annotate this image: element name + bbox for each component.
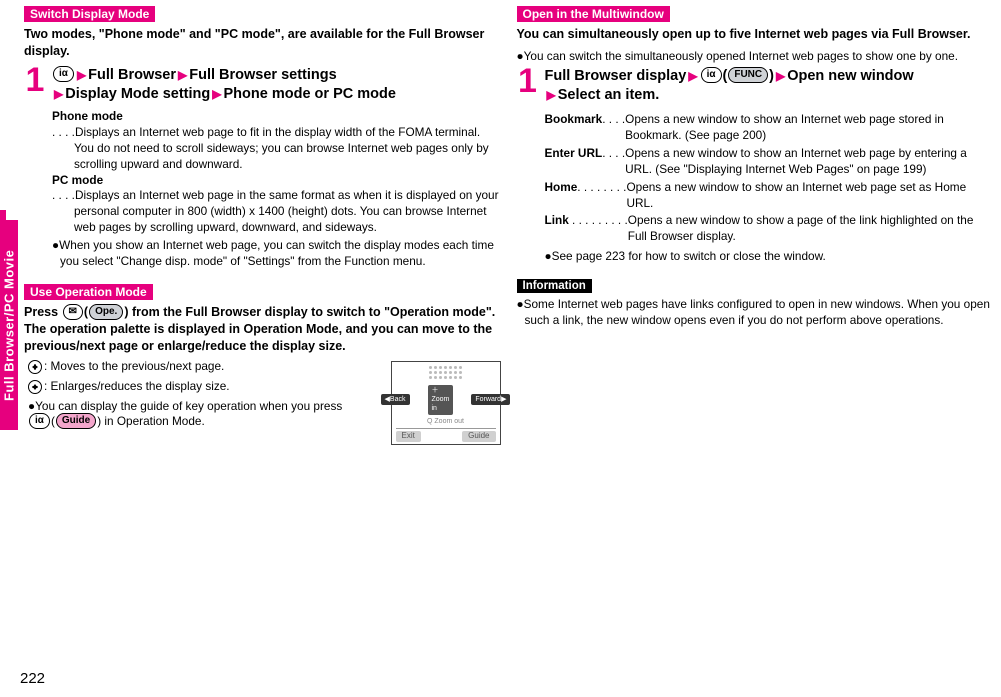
step-part-d: Select an item. xyxy=(558,87,660,103)
def-dots: . . . . xyxy=(602,112,625,144)
step-1-left: 1 iα▶Full Browser▶Full Browser settings … xyxy=(24,66,501,105)
information-body: ●Some Internet web pages have links conf… xyxy=(517,297,994,329)
op-row2: : Enlarges/reduces the display size. xyxy=(44,379,230,393)
def-term: Enter URL xyxy=(545,146,603,178)
illus-exit-label: Exit xyxy=(396,431,421,442)
operation-mode-illustration: ◀Back ＋Zoom in Forward▶ Q Zoom out Exit … xyxy=(391,361,501,445)
section-tag-operation-mode: Use Operation Mode xyxy=(24,284,153,300)
def-dots: . . . . xyxy=(602,146,625,178)
right-column: Open in the Multiwindow You can simultan… xyxy=(517,4,994,693)
switch-display-bullet: ●When you show an Internet web page, you… xyxy=(52,238,501,270)
op-row3c: ) in Operation Mode. xyxy=(97,415,205,429)
illus-guide-label: Guide xyxy=(462,431,495,442)
def-text: Opens a new window to show an Internet w… xyxy=(625,112,993,144)
def-text: Opens a new window to show an Internet w… xyxy=(625,146,993,178)
left-right-nav-icon xyxy=(28,360,42,374)
op-lead-b: ( xyxy=(84,305,88,319)
triangle-icon: ▶ xyxy=(210,87,223,101)
def-dots: . . . . . . . . xyxy=(577,180,626,212)
op-row3a: ●You can display the guide of key operat… xyxy=(28,399,342,413)
switch-display-lead: Two modes, "Phone mode" and "PC mode", a… xyxy=(24,26,501,60)
triangle-icon: ▶ xyxy=(545,88,558,102)
triangle-icon: ▶ xyxy=(176,68,189,82)
left-column: Switch Display Mode Two modes, "Phone mo… xyxy=(24,4,501,693)
step-part-a: Full Browser display xyxy=(545,68,687,84)
phone-mode-label: Phone mode xyxy=(52,109,123,123)
def-row: Enter URL. . . .Opens a new window to sh… xyxy=(545,146,994,178)
page: Full Browser/PC Movie Switch Display Mod… xyxy=(0,0,1001,697)
def-text: Opens a new window to show a page of the… xyxy=(628,213,993,245)
def-dots: . . . . . . . . . xyxy=(569,213,628,245)
multiwindow-definitions: Bookmark. . . .Opens a new window to sho… xyxy=(545,110,994,265)
page-number: 222 xyxy=(20,670,45,687)
op-row1: : Moves to the previous/next page. xyxy=(44,359,224,373)
step-part-c: Open new window xyxy=(787,68,913,84)
def-row: Link . . . . . . . . .Opens a new window… xyxy=(545,213,994,245)
information-tag: Information xyxy=(517,279,592,293)
def-term: Link xyxy=(545,213,569,245)
multiwindow-lead: You can simultaneously open up to five I… xyxy=(517,26,994,43)
illus-back-label: ◀Back xyxy=(381,394,410,405)
def-term: Home xyxy=(545,180,578,212)
triangle-icon: ▶ xyxy=(774,69,787,83)
pc-mode-label: PC mode xyxy=(52,173,103,187)
i-alpha-icon: iα xyxy=(29,413,50,429)
i-alpha-icon: iα xyxy=(53,66,74,82)
up-down-nav-icon xyxy=(28,380,42,394)
multiwindow-post-bullet: ●See page 223 for how to switch or close… xyxy=(545,249,994,265)
step-part-d: Phone mode or PC mode xyxy=(224,86,396,102)
ope-softkey-icon: Ope. xyxy=(89,304,123,320)
section-tag-switch-display: Switch Display Mode xyxy=(24,6,155,22)
triangle-icon: ▶ xyxy=(75,68,88,82)
section-tag-multiwindow: Open in the Multiwindow xyxy=(517,6,670,22)
guide-softkey-icon: Guide xyxy=(56,413,96,429)
phone-mode-block: Phone mode . . . .Displays an Internet w… xyxy=(52,109,501,270)
mail-icon: ✉ xyxy=(63,304,83,320)
step-1-right: 1 Full Browser display▶iα(FUNC)▶Open new… xyxy=(517,67,994,106)
op-lead-a: Press xyxy=(24,305,62,319)
def-text: Opens a new window to show an Internet w… xyxy=(626,180,993,212)
illus-zoom-label: ＋Zoom in xyxy=(428,385,454,415)
def-term: Bookmark xyxy=(545,112,603,144)
tab-marker xyxy=(0,210,6,220)
def-row: Bookmark. . . .Opens a new window to sho… xyxy=(545,112,994,144)
func-softkey-icon: FUNC xyxy=(728,67,768,83)
step-text: iα▶Full Browser▶Full Browser settings ▶D… xyxy=(52,66,501,105)
step-number: 1 xyxy=(517,67,539,96)
step-part-c: Display Mode setting xyxy=(65,86,210,102)
operation-mode-body: ◀Back ＋Zoom in Forward▶ Q Zoom out Exit … xyxy=(28,359,501,449)
step-part-b: Full Browser settings xyxy=(189,67,336,83)
side-tab: Full Browser/PC Movie xyxy=(0,220,18,430)
triangle-icon: ▶ xyxy=(52,87,65,101)
step-part-a: Full Browser xyxy=(88,67,176,83)
step-number: 1 xyxy=(24,66,46,95)
triangle-icon: ▶ xyxy=(686,69,699,83)
phone-mode-desc: . . . .Displays an Internet web page to … xyxy=(52,125,501,173)
content-columns: Switch Display Mode Two modes, "Phone mo… xyxy=(0,0,1001,697)
i-alpha-icon: iα xyxy=(701,67,722,83)
step-text: Full Browser display▶iα(FUNC)▶Open new w… xyxy=(545,67,994,106)
operation-mode-lead: Press ✉(Ope.) from the Full Browser disp… xyxy=(24,304,501,355)
multiwindow-bullet: ●You can switch the simultaneously opene… xyxy=(517,49,994,65)
op-row3b: ( xyxy=(51,415,55,429)
illus-forward-label: Forward▶ xyxy=(471,394,510,405)
def-row: Home. . . . . . . .Opens a new window to… xyxy=(545,180,994,212)
pc-mode-desc: . . . .Displays an Internet web page in … xyxy=(52,188,501,236)
